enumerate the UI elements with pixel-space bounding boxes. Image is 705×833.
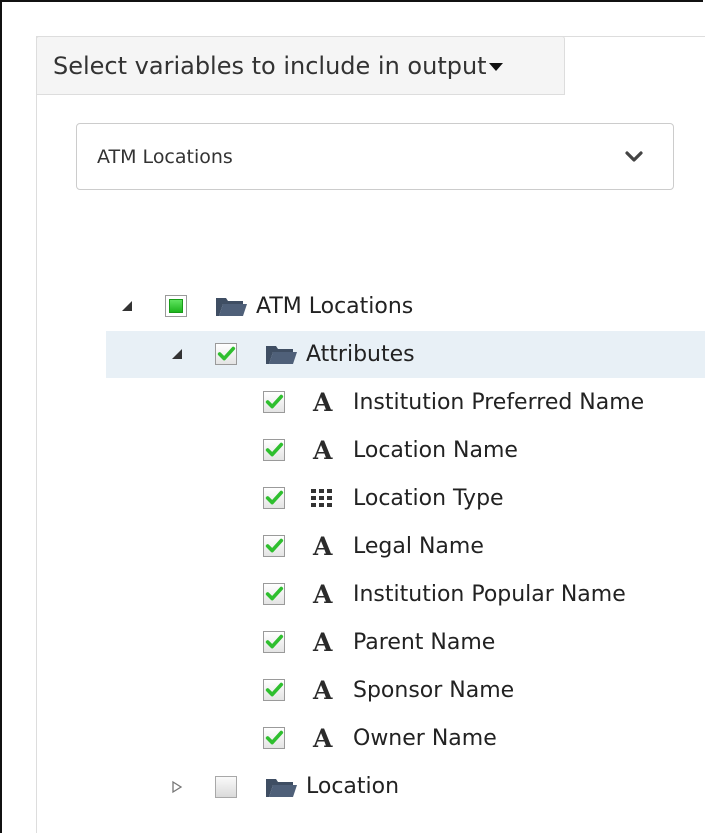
field-label: Owner Name — [353, 726, 497, 751]
tree-node-label: Attributes — [306, 342, 415, 367]
caret-down-icon — [488, 62, 503, 71]
field-label: Legal Name — [353, 534, 484, 559]
checked-checkbox[interactable] — [263, 631, 285, 653]
text-type-icon: A — [313, 724, 333, 753]
checked-checkbox[interactable] — [215, 343, 237, 365]
checked-checkbox[interactable] — [263, 679, 285, 701]
folder-open-icon — [266, 346, 297, 364]
field-label: Sponsor Name — [353, 678, 515, 703]
text-type-icon: A — [313, 436, 333, 465]
text-type-icon: A — [313, 580, 333, 609]
field-label: Location Type — [353, 486, 504, 511]
checked-checkbox[interactable] — [263, 727, 285, 749]
expanded-triangle-icon[interactable] — [120, 299, 134, 313]
checked-checkbox[interactable] — [263, 535, 285, 557]
chevron-down-icon — [625, 151, 643, 162]
text-type-icon: A — [313, 532, 333, 561]
category-grid-icon — [311, 489, 332, 507]
checked-checkbox[interactable] — [263, 439, 285, 461]
unchecked-checkbox[interactable] — [215, 776, 237, 798]
field-label: Location Name — [353, 438, 518, 463]
panel-header-label: Select variables to include in output — [53, 51, 487, 80]
collapsed-triangle-icon[interactable] — [170, 780, 184, 794]
dataset-select-value: ATM Locations — [97, 145, 233, 168]
expanded-triangle-icon[interactable] — [170, 347, 184, 361]
text-type-icon: A — [313, 628, 333, 657]
checked-checkbox[interactable] — [263, 583, 285, 605]
panel-header-dropdown[interactable]: Select variables to include in output — [36, 36, 565, 95]
text-type-icon: A — [313, 388, 333, 417]
text-type-icon: A — [313, 676, 333, 705]
folder-closed-icon — [266, 779, 297, 797]
field-label: Institution Preferred Name — [353, 390, 645, 415]
tree-node-label: Location — [306, 774, 400, 799]
partial-checkbox[interactable] — [165, 295, 187, 317]
tree-node-label: ATM Locations — [256, 294, 414, 319]
dataset-select[interactable]: ATM Locations — [76, 123, 674, 190]
field-label: Parent Name — [353, 630, 496, 655]
folder-open-icon — [216, 298, 247, 316]
checked-checkbox[interactable] — [263, 391, 285, 413]
checked-checkbox[interactable] — [263, 487, 285, 509]
field-label: Institution Popular Name — [353, 582, 626, 607]
